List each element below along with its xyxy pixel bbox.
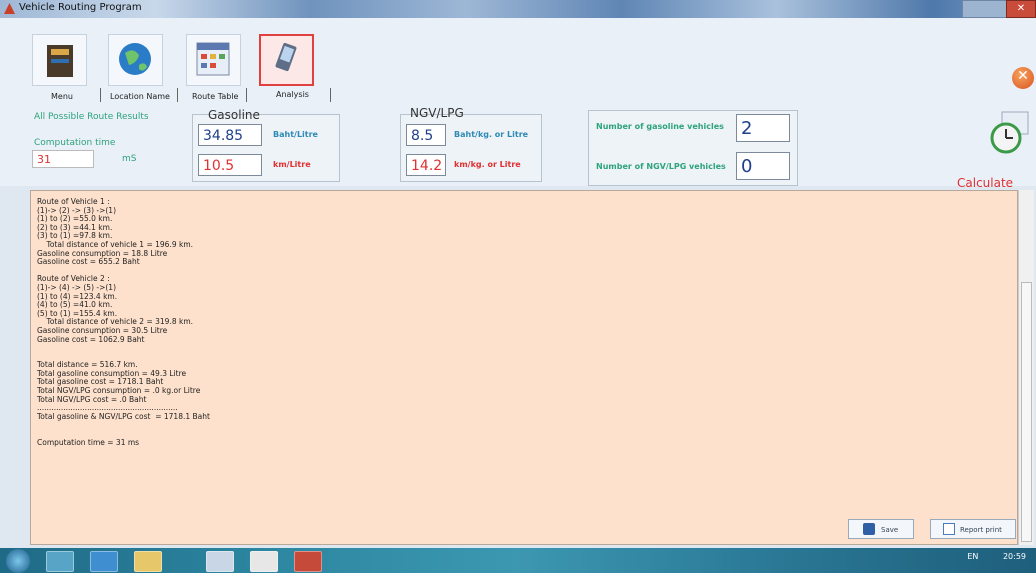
tab-location-name[interactable]: Location Name — [110, 92, 170, 101]
results-output[interactable]: Route of Vehicle 1 : (1)-> (2) -> (3) ->… — [30, 190, 1018, 545]
ngv-efficiency-input[interactable]: 14.2 — [406, 154, 446, 176]
gasoline-vehicles-label: Number of gasoline vehicles — [596, 122, 724, 131]
calculate-button[interactable] — [988, 110, 1030, 156]
save-button[interactable]: Save — [848, 519, 914, 539]
ngv-title: NGV/LPG — [410, 106, 464, 120]
ngv-price-input[interactable]: 8.5 — [406, 124, 446, 146]
save-label: Save — [881, 526, 899, 534]
gasoline-price-unit: Baht/Litre — [273, 130, 318, 139]
browser-icon[interactable] — [90, 551, 118, 572]
gasoline-efficiency-unit: km/Litre — [273, 160, 311, 169]
settings-panel: All Possible Route Results Computation t… — [0, 104, 1036, 186]
tab-separator — [246, 88, 247, 102]
ngv-price-unit: Baht/kg. or Litre — [454, 130, 529, 139]
gasoline-efficiency-input[interactable]: 10.5 — [198, 154, 262, 176]
clock-icon — [990, 111, 1029, 154]
gasoline-title: Gasoline — [208, 108, 260, 122]
minimize-maximize-buttons[interactable] — [962, 0, 1008, 18]
exit-button[interactable]: ✕ — [1012, 67, 1034, 89]
tab-analysis[interactable]: Analysis — [276, 90, 309, 99]
taskbar: EN 20:59 — [0, 548, 1036, 573]
report-label: Report print — [960, 526, 1002, 534]
ngv-efficiency-unit: km/kg. or Litre — [454, 160, 521, 169]
pdf-icon[interactable] — [250, 551, 278, 572]
ngv-vehicles-input[interactable]: 0 — [736, 152, 790, 180]
clock[interactable]: 20:59 — [1003, 552, 1026, 561]
app-icon[interactable] — [206, 551, 234, 572]
folder-icon[interactable] — [134, 551, 162, 572]
computation-unit: mS — [122, 154, 137, 164]
language-indicator[interactable]: EN — [967, 552, 978, 561]
report-print-button[interactable]: Report print — [930, 519, 1016, 539]
tab-separator — [330, 88, 331, 102]
close-window-button[interactable]: ✕ — [1006, 0, 1036, 18]
computation-time-label: Computation time — [34, 138, 116, 148]
report-icon — [943, 523, 955, 535]
title-bar: Vehicle Routing Program ✕ — [0, 0, 1036, 18]
computation-time-field[interactable]: 31 — [32, 150, 94, 168]
toolbar: Menu Location Name Route Table Analysis … — [0, 18, 1036, 104]
gasoline-vehicles-input[interactable]: 2 — [736, 114, 790, 142]
ngv-vehicles-label: Number of NGV/LPG vehicles — [596, 162, 726, 171]
window-controls: ✕ — [962, 0, 1036, 18]
analysis-button[interactable] — [259, 34, 314, 86]
tab-menu[interactable]: Menu — [51, 92, 73, 101]
all-routes-label: All Possible Route Results — [34, 112, 149, 122]
disk-icon — [863, 523, 875, 535]
globe-icon — [119, 43, 151, 75]
tab-separator — [177, 88, 178, 102]
tab-separator — [100, 88, 101, 102]
route-table-button[interactable] — [186, 34, 241, 86]
system-tray: EN 20:59 — [967, 552, 1026, 561]
taskbar-app-icon[interactable] — [46, 551, 74, 572]
close-icon: ✕ — [1017, 68, 1029, 84]
menu-button[interactable] — [32, 34, 87, 86]
app-icon — [4, 3, 15, 14]
window-title: Vehicle Routing Program — [19, 2, 142, 13]
calendar-icon — [196, 42, 230, 76]
results-scrollbar[interactable] — [1018, 190, 1034, 545]
scroll-thumb[interactable] — [1021, 282, 1032, 542]
device-icon — [275, 42, 297, 72]
book-icon — [47, 45, 73, 77]
tab-route-table[interactable]: Route Table — [192, 92, 238, 101]
start-button[interactable] — [6, 549, 30, 573]
vehicle-app-icon[interactable] — [294, 551, 322, 572]
gasoline-price-input[interactable]: 34.85 — [198, 124, 262, 146]
results-text: Route of Vehicle 1 : (1)-> (2) -> (3) ->… — [37, 197, 210, 447]
location-button[interactable] — [108, 34, 163, 86]
